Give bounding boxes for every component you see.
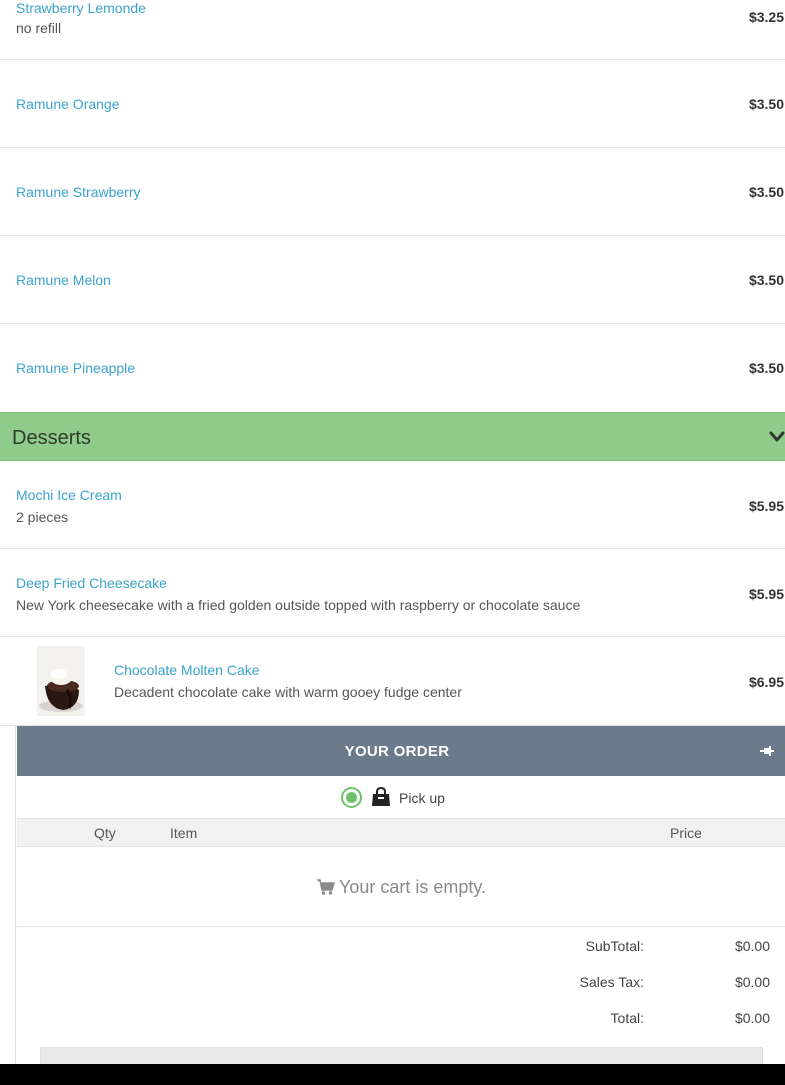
item-price: $3.50: [748, 96, 784, 112]
menu-item[interactable]: Ramune Melon $3.50: [0, 236, 785, 324]
total-label: Total:: [610, 1010, 644, 1026]
item-price: $3.25: [748, 9, 784, 25]
chocolate-molten-cake-photo[interactable]: [37, 646, 85, 716]
shopping-cart-icon: [317, 879, 335, 895]
item-price: $6.95: [748, 674, 784, 690]
item-name[interactable]: Strawberry Lemonde: [16, 0, 146, 16]
total-value: $0.00: [734, 1010, 770, 1026]
item-name[interactable]: Ramune Melon: [16, 272, 111, 288]
category-title: Desserts: [12, 427, 91, 449]
item-name[interactable]: Mochi Ice Cream: [16, 487, 122, 503]
item-description: no refill: [16, 20, 62, 36]
item-description: New York cheesecake with a fried golden …: [16, 597, 581, 613]
chevron-down-icon[interactable]: [769, 431, 785, 443]
menu-item[interactable]: Strawberry Lemonde no refill $3.25: [0, 0, 785, 60]
menu-item[interactable]: Ramune Pineapple $3.50: [0, 324, 785, 412]
item-name[interactable]: Chocolate Molten Cake: [114, 662, 260, 678]
empty-cart-message: Your cart is empty.: [17, 847, 785, 927]
order-title: YOUR ORDER: [344, 743, 450, 760]
item-price: $5.95: [748, 498, 784, 514]
item-name[interactable]: Ramune Strawberry: [16, 184, 141, 200]
order-panel: YOUR ORDER Pick up Qty Item Price Your c…: [15, 726, 785, 1085]
category-header-desserts[interactable]: Desserts: [0, 412, 785, 461]
sales-tax-value: $0.00: [734, 974, 770, 990]
shopping-bag-icon: [372, 787, 390, 806]
column-item: Item: [170, 825, 198, 841]
menu-item[interactable]: Mochi Ice Cream 2 pieces $5.95: [0, 461, 785, 549]
item-description: 2 pieces: [16, 509, 69, 525]
pickup-label[interactable]: Pick up: [399, 790, 445, 806]
item-name[interactable]: Ramune Pineapple: [16, 360, 135, 376]
item-price: $3.50: [748, 272, 784, 288]
pin-icon[interactable]: [760, 744, 774, 758]
item-price: $5.95: [748, 586, 784, 602]
cart-table-header: Qty Item Price: [17, 819, 785, 847]
column-price: Price: [670, 825, 702, 841]
item-name[interactable]: Ramune Orange: [16, 96, 120, 112]
sales-tax-label: Sales Tax:: [579, 974, 644, 990]
item-price: $3.50: [748, 184, 784, 200]
item-price: $3.50: [748, 360, 784, 376]
menu-item[interactable]: Deep Fried Cheesecake New York cheesecak…: [0, 549, 785, 637]
menu-item[interactable]: Ramune Strawberry $3.50: [0, 148, 785, 236]
pickup-option[interactable]: Pick up: [17, 776, 785, 819]
pickup-radio[interactable]: [341, 787, 362, 808]
item-name[interactable]: Deep Fried Cheesecake: [16, 575, 167, 591]
order-header: YOUR ORDER: [17, 726, 785, 776]
subtotal-label: SubTotal:: [585, 938, 644, 954]
subtotal-value: $0.00: [734, 938, 770, 954]
menu-item[interactable]: Ramune Orange $3.50: [0, 60, 785, 148]
bottom-bar: [0, 1064, 785, 1085]
item-description: Decadent chocolate cake with warm gooey …: [114, 684, 462, 700]
empty-cart-text: Your cart is empty.: [339, 877, 487, 897]
menu-item[interactable]: Chocolate Molten Cake Decadent chocolate…: [0, 637, 785, 726]
column-qty: Qty: [94, 825, 116, 841]
